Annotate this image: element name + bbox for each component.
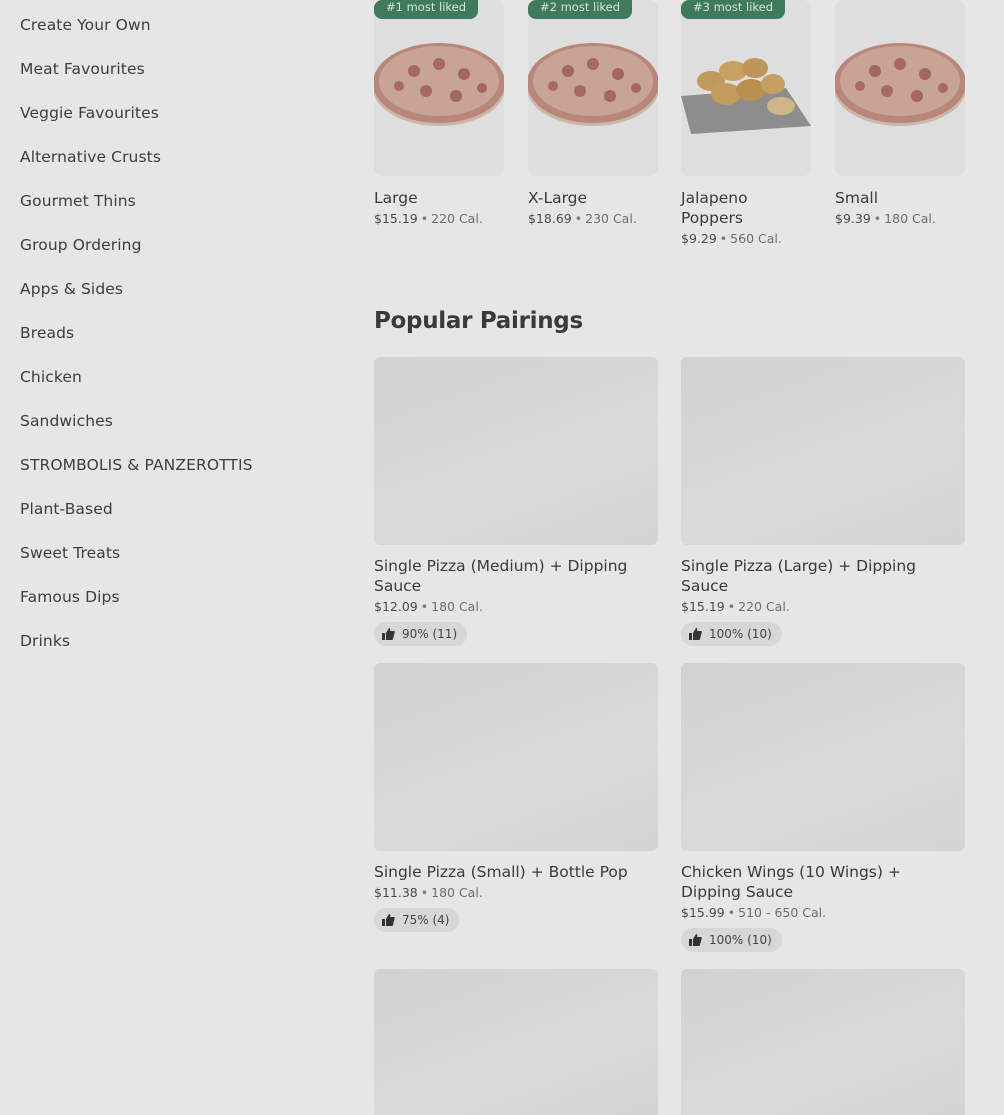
item-price: $9.29 [681,231,717,246]
rating-text: 75% (4) [402,913,450,927]
pairing-meta: $15.99 • 510 - 650 Cal. [681,905,965,920]
popular-pairings-heading: Popular Pairings [374,308,583,334]
pairing-price: $11.38 [374,885,418,900]
sidebar-item-meat-favourites[interactable]: Meat Favourites [20,60,145,78]
pairing-card[interactable] [681,969,965,1115]
pizza-image [835,0,965,176]
thumbs-up-icon [689,934,702,946]
pairing-image-placeholder [374,663,658,851]
menu-content: #1 most liked Large $15.19 • 220 Cal. #2 m… [374,0,984,1115]
sidebar-item-sweet-treats[interactable]: Sweet Treats [20,544,120,562]
separator-dot: • [873,211,882,226]
pairing-card[interactable]: Chicken Wings (10 Wings) + Dipping Sauce… [681,663,965,952]
pairing-price: $12.09 [374,599,418,614]
separator-dot: • [727,599,736,614]
item-meta: $18.69 • 230 Cal. [528,211,658,226]
pairing-image-placeholder [374,969,658,1115]
pizza-icon [528,43,658,126]
pizza-image: #2 most liked [528,0,658,176]
sidebar-item-famous-dips[interactable]: Famous Dips [20,588,120,606]
pairing-card[interactable]: Single Pizza (Medium) + Dipping Sauce $1… [374,357,658,646]
separator-dot: • [727,905,736,920]
rating-badge: 100% (10) [681,928,782,952]
item-meta: $9.29 • 560 Cal. [681,231,811,246]
thumbs-up-icon [689,628,702,640]
item-price: $15.19 [374,211,418,226]
item-calories: 560 Cal. [730,231,782,246]
jalapeno-poppers-image: #3 most liked [681,0,811,176]
separator-dot: • [574,211,583,226]
item-price: $18.69 [528,211,572,226]
sidebar-item-apps-sides[interactable]: Apps & Sides [20,280,123,298]
category-sidebar: Create Your Own Meat Favourites Veggie F… [0,0,340,1115]
separator-dot: • [420,599,429,614]
pairing-image-placeholder [681,969,965,1115]
poppers-icon [681,58,811,134]
pairing-image-placeholder [374,357,658,545]
item-calories: 220 Cal. [431,211,483,226]
rating-text: 100% (10) [709,627,772,641]
sidebar-item-create-your-own[interactable]: Create Your Own [20,16,151,34]
separator-dot: • [420,885,429,900]
pairing-calories: 220 Cal. [738,599,790,614]
item-price: $9.39 [835,211,871,226]
item-name: X-Large [528,189,588,207]
item-meta: $15.19 • 220 Cal. [374,211,504,226]
sidebar-item-gourmet-thins[interactable]: Gourmet Thins [20,192,136,210]
pairing-card[interactable]: Single Pizza (Small) + Bottle Pop $11.38… [374,663,658,932]
most-liked-card-small[interactable]: Small $9.39 • 180 Cal. [835,0,965,226]
item-name: Jalapeno Poppers [681,189,748,227]
pairing-price: $15.19 [681,599,725,614]
pairing-name: Single Pizza (Small) + Bottle Pop [374,863,628,881]
item-name: Large [374,189,418,207]
pairing-card[interactable]: Single Pizza (Large) + Dipping Sauce $15… [681,357,965,646]
pairing-image-placeholder [681,357,965,545]
pairing-card[interactable] [374,969,658,1115]
sidebar-item-group-ordering[interactable]: Group Ordering [20,236,142,254]
most-liked-card-large[interactable]: #1 most liked Large $15.19 • 220 Cal. [374,0,504,226]
pairing-meta: $11.38 • 180 Cal. [374,885,658,900]
pizza-icon [835,43,965,126]
pairing-name: Single Pizza (Medium) + Dipping Sauce [374,557,628,595]
thumbs-up-icon [382,914,395,926]
most-liked-card-jalapeno-poppers[interactable]: #3 most liked Jalapeno Poppers $9.29 • 560… [681,0,811,246]
pairing-calories: 180 Cal. [431,885,483,900]
rating-badge: 100% (10) [681,622,782,646]
pairing-calories: 510 - 650 Cal. [738,905,827,920]
pairing-image-placeholder [681,663,965,851]
pairing-name: Chicken Wings (10 Wings) + Dipping Sauce [681,863,901,901]
rating-text: 100% (10) [709,933,772,947]
sidebar-item-chicken[interactable]: Chicken [20,368,82,386]
separator-dot: • [420,211,429,226]
pairing-calories: 180 Cal. [431,599,483,614]
item-calories: 230 Cal. [585,211,637,226]
pizza-image: #1 most liked [374,0,504,176]
most-liked-badge: #1 most liked [374,0,479,19]
sidebar-item-veggie-favourites[interactable]: Veggie Favourites [20,104,159,122]
rating-badge: 75% (4) [374,908,460,932]
rating-badge: 90% (11) [374,622,468,646]
sidebar-item-plant-based[interactable]: Plant-Based [20,500,113,518]
item-meta: $9.39 • 180 Cal. [835,211,965,226]
thumbs-up-icon [382,628,395,640]
pairing-meta: $15.19 • 220 Cal. [681,599,965,614]
pairing-meta: $12.09 • 180 Cal. [374,599,658,614]
sidebar-item-alternative-crusts[interactable]: Alternative Crusts [20,148,161,166]
item-calories: 180 Cal. [884,211,936,226]
item-name: Small [835,189,879,207]
most-liked-badge: #2 most liked [528,0,633,19]
most-liked-badge: #3 most liked [681,0,786,19]
sidebar-item-breads[interactable]: Breads [20,324,74,342]
most-liked-card-x-large[interactable]: #2 most liked X-Large $18.69 • 230 Cal. [528,0,658,226]
pairing-name: Single Pizza (Large) + Dipping Sauce [681,557,917,595]
sidebar-item-sandwiches[interactable]: Sandwiches [20,412,113,430]
rating-text: 90% (11) [402,627,458,641]
sidebar-item-drinks[interactable]: Drinks [20,632,70,650]
sidebar-item-strombolis-panzerottis[interactable]: STROMBOLIS & PANZEROTTIS [20,456,253,474]
separator-dot: • [719,231,728,246]
pairing-price: $15.99 [681,905,725,920]
pizza-icon [374,43,504,126]
